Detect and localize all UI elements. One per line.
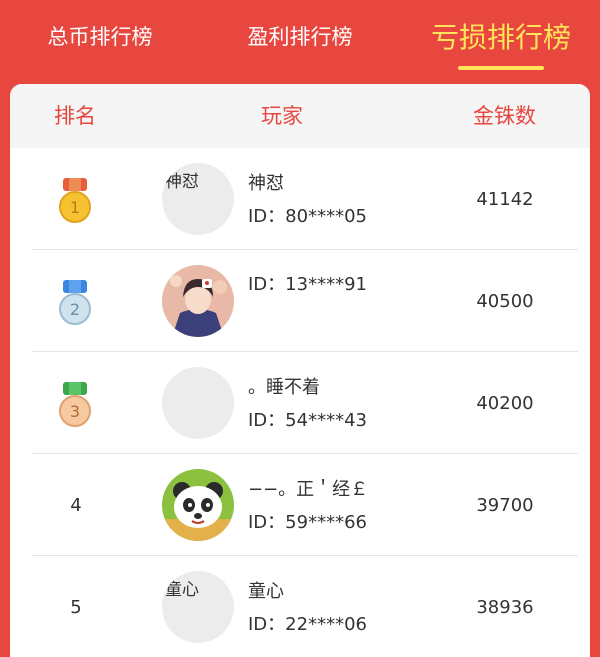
svg-text:2: 2 <box>70 300 80 319</box>
table-header: 排名 玩家 金铢数 <box>10 84 590 148</box>
rank-number: 4 <box>70 494 82 516</box>
player-name: 。睡不着 <box>248 377 320 398</box>
player-id: ID：13****91 <box>248 274 367 295</box>
table-row[interactable]: 1 神怼 神怼 ID：80****05 41142 <box>10 148 590 250</box>
avatar-alt-text: 童心 <box>165 580 199 600</box>
table-row[interactable]: 5 童心 童心 ID：22****06 38936 <box>10 556 590 657</box>
table-row[interactable]: 2 ID：13****91 40500 <box>10 250 590 352</box>
leaderboard-card: 排名 玩家 金铢数 1 神怼 神怼 ID：80****05 41142 2 ID… <box>10 84 590 657</box>
gold-medal-icon: 1 <box>59 178 91 223</box>
column-header-player: 玩家 <box>261 104 303 128</box>
coin-amount: 38936 <box>476 596 534 618</box>
coin-amount: 39700 <box>476 494 534 516</box>
player-id: ID：59****66 <box>248 512 367 533</box>
leaderboard-tabs: 总币排行榜 盈利排行榜 亏损排行榜 <box>0 0 600 84</box>
table-row[interactable]: 4 −−。正＇经￡ ID：59****66 39700 <box>10 454 590 556</box>
avatar-alt-text: 神怼 <box>165 172 199 192</box>
silver-medal-icon: 2 <box>59 280 91 325</box>
tab-total-coins[interactable]: 总币排行榜 <box>20 0 180 72</box>
table-row[interactable]: 3 。睡不着 ID：54****43 40200 <box>10 352 590 454</box>
coin-amount: 41142 <box>476 188 534 210</box>
coin-amount: 40200 <box>476 392 534 414</box>
player-name: 童心 <box>248 581 284 602</box>
avatar[interactable]: 童心 <box>162 571 234 643</box>
active-tab-indicator <box>458 66 544 70</box>
player-name: −−。正＇经￡ <box>248 479 369 500</box>
rank-number: 5 <box>70 596 82 618</box>
column-header-rank: 排名 <box>54 104 96 128</box>
coin-amount: 40500 <box>476 290 534 312</box>
tab-loss[interactable]: 亏损排行榜 <box>418 0 584 72</box>
anime-character-avatar-icon <box>162 265 234 337</box>
player-id: ID：80****05 <box>248 206 367 227</box>
player-name: 神怼 <box>248 173 284 194</box>
panda-avatar-icon <box>162 469 234 541</box>
tab-profit[interactable]: 盈利排行榜 <box>215 0 385 72</box>
bronze-medal-icon: 3 <box>59 382 91 427</box>
svg-text:1: 1 <box>70 198 80 217</box>
avatar[interactable] <box>162 367 234 439</box>
column-header-coins: 金铢数 <box>473 104 536 128</box>
avatar[interactable] <box>162 265 234 337</box>
svg-text:3: 3 <box>70 402 80 421</box>
player-id: ID：22****06 <box>248 614 367 635</box>
avatar[interactable] <box>162 469 234 541</box>
player-id: ID：54****43 <box>248 410 367 431</box>
avatar[interactable]: 神怼 <box>162 163 234 235</box>
